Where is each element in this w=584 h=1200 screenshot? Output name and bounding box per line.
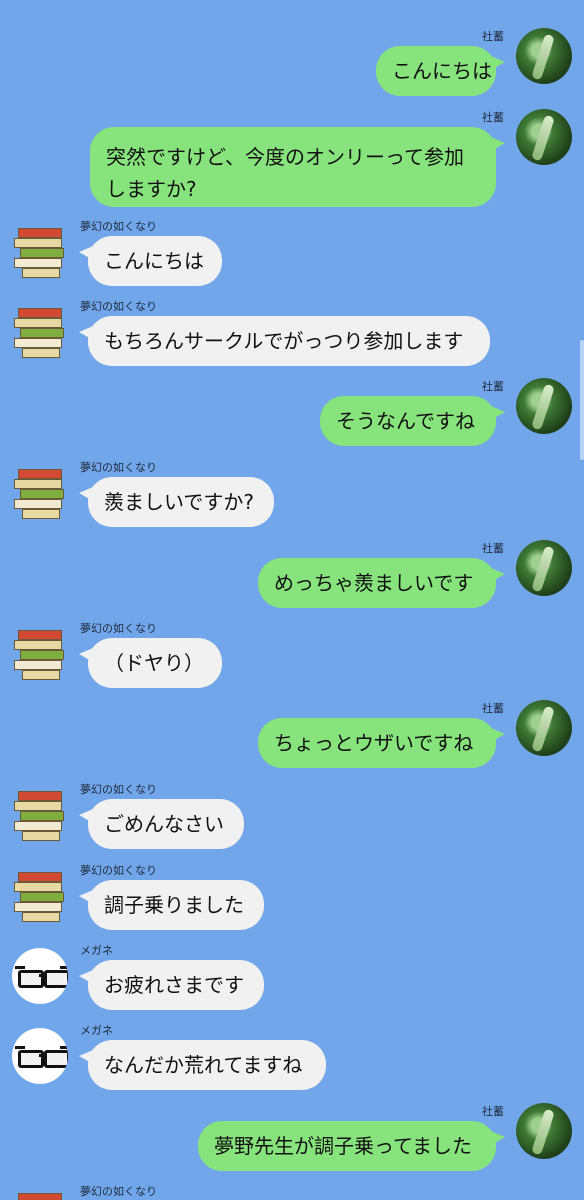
glasses-avatar[interactable] [12, 1028, 68, 1084]
chat-message: 社蓄 めっちゃ羨ましいです [0, 540, 584, 610]
message-bubble[interactable]: 夢野先生が調子乗ってました [198, 1121, 505, 1171]
sender-name: 社蓄 [482, 30, 504, 43]
forest-avatar[interactable] [516, 540, 572, 596]
forest-avatar[interactable] [516, 109, 572, 165]
message-bubble[interactable]: こんにちは [376, 46, 505, 96]
sender-name: 夢幻の如くなり [80, 300, 157, 313]
chat-message: メガネ お疲れさまです [0, 942, 584, 1014]
chat-message: 夢幻の如くなり （ドヤり） [0, 620, 584, 692]
sender-name: 夢幻の如くなり [80, 783, 157, 796]
chat-log[interactable]: 社蓄 こんにちは 社蓄 突然ですけど、今度のオンリーって参加しますか? 夢幻の如… [0, 0, 584, 1200]
forest-avatar[interactable] [516, 378, 572, 434]
message-bubble[interactable]: ごめんなさい [79, 799, 244, 849]
message-bubble[interactable]: なんだか荒れてますね [79, 1040, 326, 1090]
scrollbar[interactable] [580, 340, 584, 460]
chat-message: 夢幻の如くなり こんにちは [0, 218, 584, 290]
message-bubble[interactable]: 羨ましいですか? [79, 477, 274, 527]
chat-message: メガネ なんだか荒れてますね [0, 1022, 584, 1094]
message-bubble[interactable]: そうなんですね [320, 396, 505, 446]
message-bubble[interactable]: お疲れさまです [79, 960, 264, 1010]
sender-name: 社蓄 [482, 111, 504, 124]
books-avatar[interactable] [12, 1189, 70, 1200]
sender-name: 夢幻の如くなり [80, 461, 157, 474]
sender-name: 社蓄 [482, 1105, 504, 1118]
sender-name: 夢幻の如くなり [80, 220, 157, 233]
sender-name: メガネ [80, 1024, 113, 1037]
forest-avatar[interactable] [516, 28, 572, 84]
message-bubble[interactable]: （ドヤり） [79, 638, 222, 688]
sender-name: 夢幻の如くなり [80, 622, 157, 635]
glasses-avatar[interactable] [12, 948, 68, 1004]
sender-name: 社蓄 [482, 380, 504, 393]
chat-message: 社蓄 こんにちは [0, 28, 584, 98]
sender-name: 夢幻の如くなり [80, 1185, 157, 1198]
forest-avatar[interactable] [516, 1103, 572, 1159]
chat-message: 社蓄 ちょっとウザいですね [0, 700, 584, 770]
forest-avatar[interactable] [516, 700, 572, 756]
chat-message: 夢幻の如くなり [0, 1183, 584, 1200]
chat-message: 夢幻の如くなり 羨ましいですか? [0, 459, 584, 531]
message-bubble[interactable]: もちろんサークルでがっつり参加します [79, 316, 490, 366]
books-avatar[interactable] [12, 787, 70, 841]
message-bubble[interactable]: こんにちは [79, 236, 222, 286]
chat-message: 社蓄 突然ですけど、今度のオンリーって参加しますか? [0, 109, 584, 209]
chat-message: 夢幻の如くなり 調子乗りました [0, 862, 584, 934]
books-avatar[interactable] [12, 626, 70, 680]
chat-message: 夢幻の如くなり ごめんなさい [0, 781, 584, 853]
sender-name: 社蓄 [482, 702, 504, 715]
sender-name: 夢幻の如くなり [80, 864, 157, 877]
message-bubble[interactable]: 突然ですけど、今度のオンリーって参加しますか? [90, 127, 505, 207]
chat-message: 社蓄 そうなんですね [0, 378, 584, 448]
books-avatar[interactable] [12, 224, 70, 278]
chat-message: 夢幻の如くなり もちろんサークルでがっつり参加します [0, 298, 584, 370]
books-avatar[interactable] [12, 868, 70, 922]
message-bubble[interactable]: 調子乗りました [79, 880, 264, 930]
books-avatar[interactable] [12, 465, 70, 519]
sender-name: 社蓄 [482, 542, 504, 555]
sender-name: メガネ [80, 944, 113, 957]
message-bubble[interactable]: めっちゃ羨ましいです [258, 558, 505, 608]
message-bubble[interactable]: ちょっとウザいですね [258, 718, 505, 768]
chat-message: 社蓄 夢野先生が調子乗ってました [0, 1103, 584, 1173]
books-avatar[interactable] [12, 304, 70, 358]
